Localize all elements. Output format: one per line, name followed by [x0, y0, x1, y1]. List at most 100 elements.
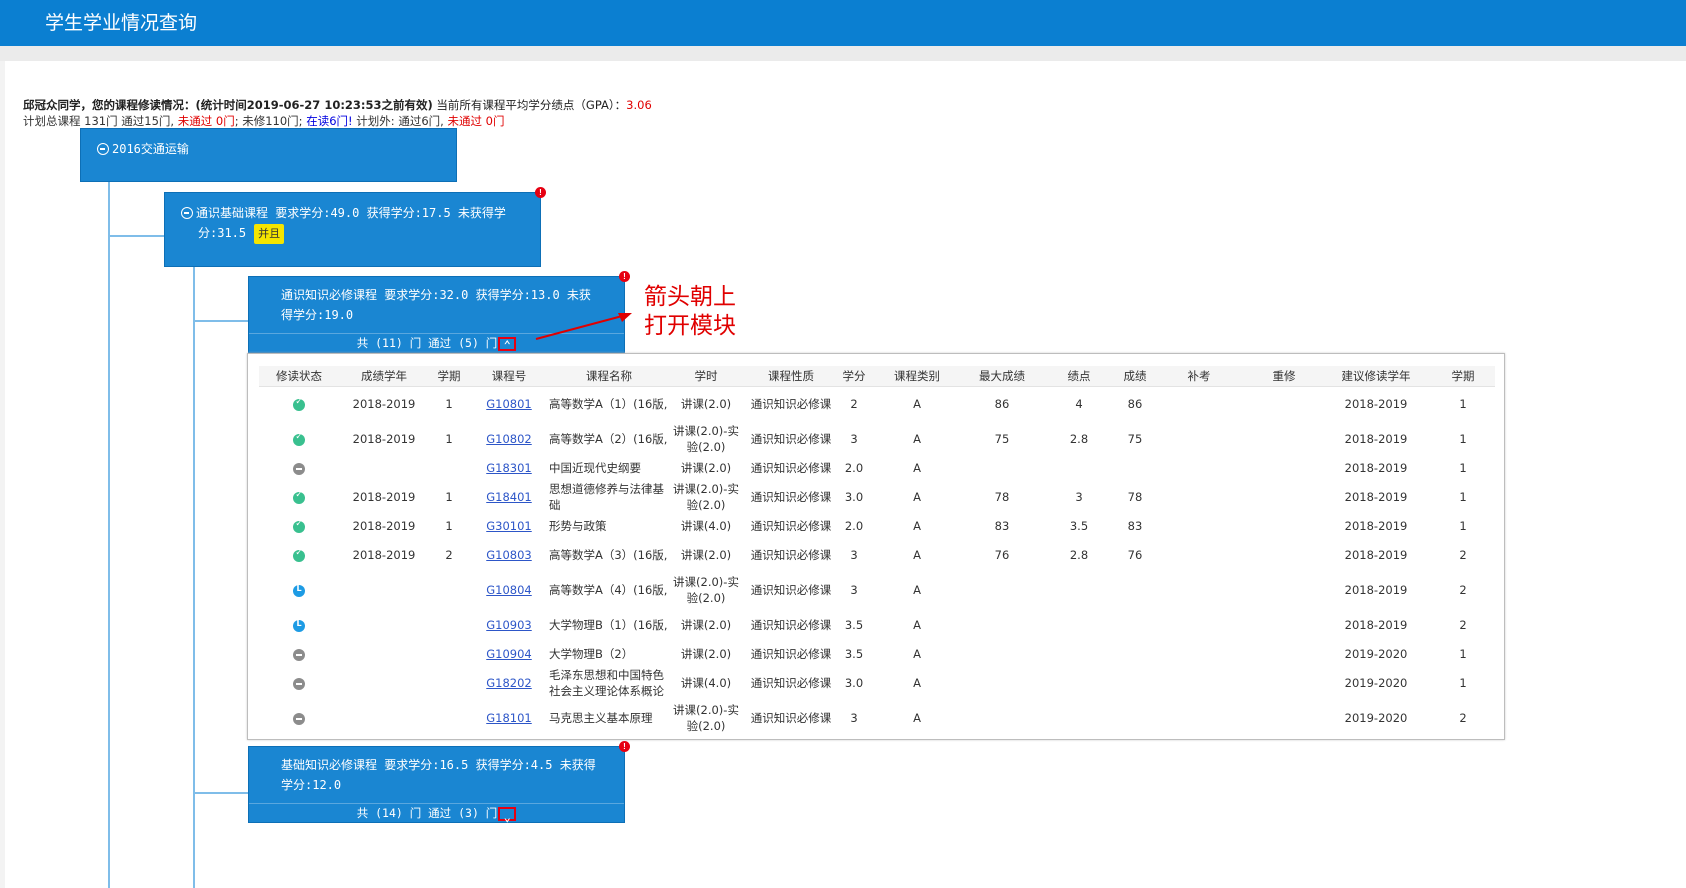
table-row: G18101 马克思主义基本原理 讲课(2.0)-实验(2.0) 通识知识必修课 3 A 2…: [259, 701, 1495, 736]
course-code-link[interactable]: G10803: [486, 548, 532, 562]
table-header-row: 修读状态 成绩学年 学期 课程号 课程名称 学时 课程性质 学分 课程类别 最大…: [259, 366, 1495, 387]
annotation-arrow-icon: [535, 313, 632, 340]
row-suggested-term: 1: [1459, 647, 1467, 661]
row-score: 75: [1127, 432, 1143, 446]
col-header[interactable]: 学期: [429, 366, 469, 387]
header-divider: [0, 46, 1686, 61]
left-gutter: [0, 61, 5, 888]
row-hours: 讲课(2.0): [680, 397, 732, 412]
row-suggested-year: 2018-2019: [1344, 432, 1408, 446]
collapse-icon[interactable]: [181, 207, 193, 219]
row-course-nature: 通识知识必修课: [750, 461, 832, 475]
row-grade-point: 3.5: [1069, 519, 1089, 533]
row-status: [259, 538, 339, 573]
row-course-name: 形势与政策: [549, 519, 607, 533]
col-header[interactable]: 补考: [1151, 366, 1247, 387]
row-grade-point: [1039, 701, 1119, 736]
col-header[interactable]: 课程性质: [743, 366, 839, 387]
row-course-nature: 通识知识必修课: [750, 548, 832, 562]
col-header[interactable]: 建议修读学年: [1321, 366, 1431, 387]
course-code-link[interactable]: G18202: [486, 676, 532, 690]
table-row: 2018-2019 2 G10803 高等数学A（3）(16版, 讲课(2.0) 通识知识…: [259, 538, 1495, 573]
course-code-link[interactable]: G10804: [486, 583, 532, 597]
course-code-link[interactable]: G30101: [486, 519, 532, 533]
course-code-link[interactable]: G18401: [486, 490, 532, 504]
row-course-name: 高等数学A（2）(16版,: [549, 432, 668, 446]
row-course-code: G10904: [469, 643, 549, 666]
course-code-link[interactable]: G18101: [486, 711, 532, 725]
col-header[interactable]: 成绩: [1119, 366, 1151, 387]
row-credit: 3: [850, 583, 858, 597]
collapse-icon[interactable]: [97, 143, 109, 155]
row-course-name: 毛泽东思想和中国特色社会主义理论体系概论: [549, 668, 664, 698]
row-course-name: 大学物理B（2）: [549, 647, 634, 661]
row-credit: 2.0: [844, 461, 864, 475]
col-header[interactable]: 学期: [1431, 366, 1495, 387]
row-grad-year: [339, 608, 429, 643]
row-course-nature: 通识知识必修课: [750, 676, 832, 690]
row-course-name: 中国近现代史纲要: [549, 461, 641, 475]
minus-circle-icon: [293, 648, 305, 661]
row-term: 1: [445, 397, 453, 412]
row-course-name: 高等数学A（4）(16版,: [549, 583, 668, 597]
row-max-score: [965, 573, 1039, 608]
row-max-score: 75: [994, 432, 1010, 446]
row-max-score: [965, 666, 1039, 701]
row-course-name: 高等数学A（1）(16版,: [549, 397, 668, 412]
row-grad-year: 2018-2019: [352, 397, 416, 412]
row-status: [259, 515, 339, 538]
col-header[interactable]: 学分: [839, 366, 869, 387]
course-code-link[interactable]: G10802: [486, 432, 532, 446]
row-suggested-term: 1: [1459, 432, 1467, 446]
tree-node-general-foundation[interactable]: 通识基础课程 要求学分:49.0 获得学分:17.5 未获得学 分:31.5 并且…: [164, 187, 546, 267]
col-header[interactable]: 绩点: [1039, 366, 1119, 387]
col-header[interactable]: 学时: [669, 366, 743, 387]
expand-toggle-button[interactable]: ⌄: [498, 806, 517, 824]
row-status: [259, 666, 339, 701]
row-hours: 讲课(2.0): [680, 461, 732, 475]
row-course-nature: 通识知识必修课: [750, 711, 832, 725]
row-suggested-term: 1: [1459, 676, 1467, 690]
row-hours: 讲课(2.0)-实验(2.0): [673, 482, 739, 512]
row-makeup: [1151, 515, 1247, 538]
row-category: A: [913, 490, 921, 504]
row-status: [259, 457, 339, 480]
row-retake: [1247, 387, 1321, 422]
alert-icon: !: [535, 187, 546, 198]
course-code-link[interactable]: G10903: [486, 618, 532, 632]
table-row: G18301 中国近现代史纲要 讲课(2.0) 通识知识必修课 2.0 A 2018-201…: [259, 457, 1495, 480]
row-grade-point: [1039, 643, 1119, 666]
col-header[interactable]: 修读状态: [259, 366, 339, 387]
row-term: [429, 643, 469, 666]
table-row: 2018-2019 1 G10801 高等数学A（1）(16版, 讲课(2.0) 通识知识…: [259, 387, 1495, 422]
col-header[interactable]: 最大成绩: [965, 366, 1039, 387]
row-term: 1: [445, 519, 453, 533]
summary-outside-plan: 计划外: 通过6门,: [352, 114, 448, 128]
col-header[interactable]: 重修: [1247, 366, 1321, 387]
table-row: G10903 大学物理B（1）(16版, 讲课(2.0) 通识知识必修课 3.5 A 201…: [259, 608, 1495, 643]
row-suggested-year: 2018-2019: [1344, 548, 1408, 562]
col-header[interactable]: 课程号: [469, 366, 549, 387]
node-credit-line-1: 基础知识必修课程 要求学分:16.5 获得学分:4.5 未获得: [281, 758, 596, 772]
table-row: G10904 大学物理B（2） 讲课(2.0) 通识知识必修课 3.5 A 2019-202…: [259, 643, 1495, 666]
row-max-score: [965, 457, 1039, 480]
page-title: 学生学业情况查询: [45, 12, 198, 34]
collapse-toggle-button[interactable]: ⌃: [498, 336, 517, 352]
course-code-link[interactable]: G18301: [486, 461, 532, 475]
course-code-link[interactable]: G10904: [486, 647, 532, 661]
row-course-code: G30101: [469, 515, 549, 538]
row-course-name: 思想道德修养与法律基础: [549, 482, 664, 512]
col-header[interactable]: 课程类别: [869, 366, 965, 387]
col-header[interactable]: 课程名称: [549, 366, 669, 387]
col-header[interactable]: 成绩学年: [339, 366, 429, 387]
row-score: [1119, 701, 1151, 736]
tree-node-basic-required[interactable]: 基础知识必修课程 要求学分:16.5 获得学分:4.5 未获得 学分:12.0 …: [248, 741, 630, 824]
row-course-nature: 通识知识必修课: [750, 397, 832, 412]
course-code-link[interactable]: G10801: [486, 397, 532, 411]
row-hours: 讲课(2.0): [680, 647, 732, 661]
row-score: 83: [1127, 519, 1143, 533]
tree-node-root[interactable]: 2016交通运输: [80, 128, 457, 182]
annotation-note: 箭头朝上 打开模块: [644, 283, 736, 341]
chevron-up-icon: ⌃: [503, 337, 511, 352]
row-category: A: [913, 583, 921, 597]
